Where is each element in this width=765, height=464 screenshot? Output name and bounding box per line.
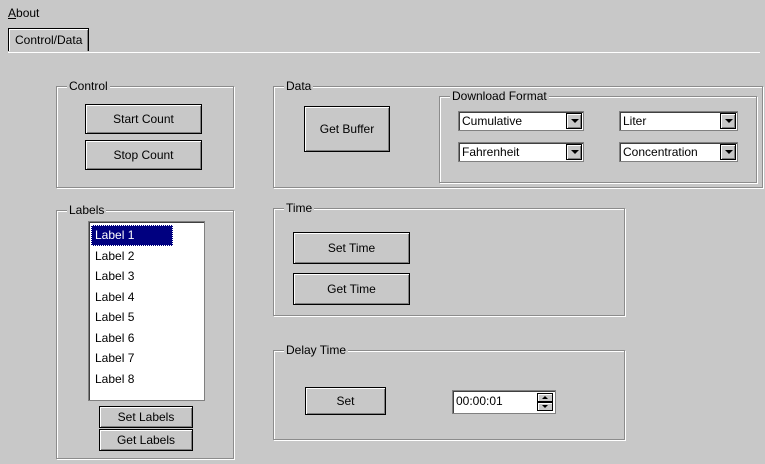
list-item[interactable]: Label 5 bbox=[91, 307, 202, 328]
volume-unit-select-value: Liter bbox=[623, 114, 647, 128]
get-time-button[interactable]: Get Time bbox=[293, 273, 410, 305]
list-item[interactable]: Label 1 bbox=[91, 225, 173, 246]
list-item[interactable]: Label 4 bbox=[91, 287, 202, 308]
mode-select-value: Cumulative bbox=[462, 114, 523, 128]
measure-select-value: Concentration bbox=[623, 145, 698, 159]
start-count-button[interactable]: Start Count bbox=[85, 104, 202, 134]
labels-group: Labels Label 1 Label 2 Label 3 Label 4 L… bbox=[56, 203, 234, 459]
list-item[interactable]: Label 3 bbox=[91, 266, 202, 287]
list-item[interactable]: Label 7 bbox=[91, 348, 202, 369]
time-group: Time Set Time Get Time bbox=[273, 201, 625, 316]
set-time-button[interactable]: Set Time bbox=[293, 232, 410, 264]
spin-down-icon[interactable] bbox=[537, 402, 553, 411]
about-menu-label: bout bbox=[16, 6, 40, 20]
delay-time-group: Delay Time Set 00:00:01 bbox=[273, 343, 625, 440]
set-delay-button[interactable]: Set bbox=[305, 387, 386, 415]
data-group: Data Get Buffer Download Format Cumulati… bbox=[273, 79, 763, 188]
temperature-unit-select-value: Fahrenheit bbox=[462, 145, 520, 159]
delay-time-field[interactable]: 00:00:01 bbox=[452, 390, 556, 414]
delay-time-group-title: Delay Time bbox=[284, 343, 349, 357]
tab-control-data[interactable]: Control/Data bbox=[8, 28, 90, 51]
list-item[interactable]: Label 8 bbox=[91, 369, 202, 390]
volume-unit-select[interactable]: Liter bbox=[619, 111, 738, 131]
tab-strip-line bbox=[8, 52, 760, 53]
set-labels-button[interactable]: Set Labels bbox=[99, 406, 193, 428]
get-labels-button[interactable]: Get Labels bbox=[99, 429, 193, 451]
mode-select[interactable]: Cumulative bbox=[458, 111, 584, 131]
labels-listbox[interactable]: Label 1 Label 2 Label 3 Label 4 Label 5 … bbox=[88, 221, 205, 401]
labels-group-title: Labels bbox=[67, 203, 107, 217]
control-group-title: Control bbox=[67, 79, 110, 93]
get-buffer-button[interactable]: Get Buffer bbox=[304, 106, 390, 152]
temperature-unit-select[interactable]: Fahrenheit bbox=[458, 142, 584, 162]
time-group-title: Time bbox=[284, 201, 315, 215]
delay-time-spinner[interactable] bbox=[537, 393, 553, 411]
control-group: Control Start Count Stop Count bbox=[56, 79, 234, 188]
spin-up-icon[interactable] bbox=[537, 393, 553, 402]
chevron-down-icon[interactable] bbox=[720, 144, 736, 160]
about-menu[interactable]: About bbox=[8, 6, 39, 20]
list-item[interactable]: Label 2 bbox=[91, 246, 202, 267]
stop-count-button[interactable]: Stop Count bbox=[85, 140, 202, 170]
data-group-title: Data bbox=[284, 79, 314, 93]
download-format-group: Download Format Cumulative Liter Fahrenh… bbox=[439, 89, 757, 183]
download-format-title: Download Format bbox=[450, 89, 549, 103]
measure-select[interactable]: Concentration bbox=[619, 142, 738, 162]
about-menu-mnemonic: A bbox=[8, 6, 17, 20]
delay-time-value: 00:00:01 bbox=[456, 394, 503, 408]
list-item[interactable]: Label 6 bbox=[91, 328, 202, 349]
chevron-down-icon[interactable] bbox=[566, 144, 582, 160]
chevron-down-icon[interactable] bbox=[720, 113, 736, 129]
chevron-down-icon[interactable] bbox=[566, 113, 582, 129]
